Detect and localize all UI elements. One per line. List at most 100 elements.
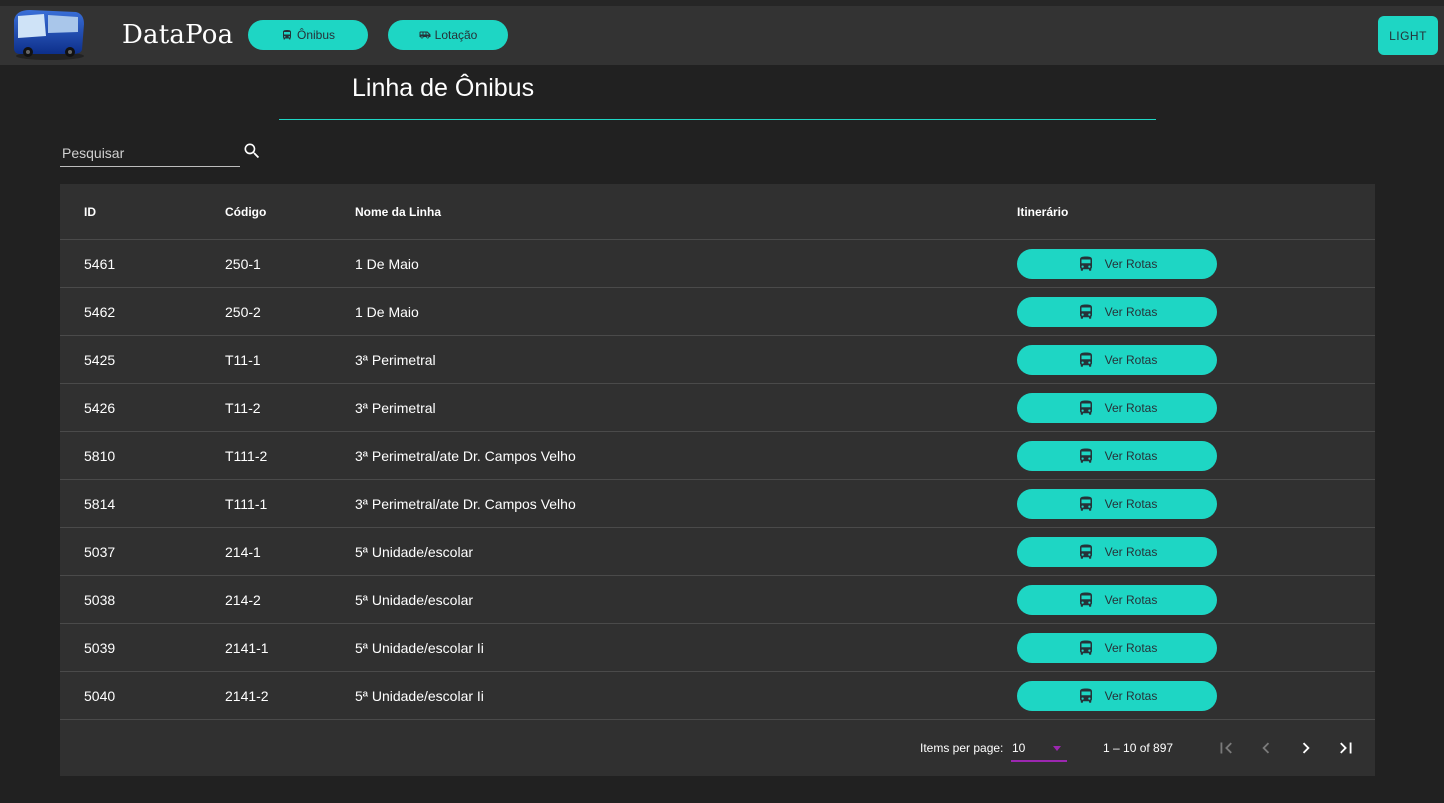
cell-id: 5461 <box>60 239 225 288</box>
search-input[interactable] <box>60 142 240 164</box>
table-row: 5426 T11-2 3ª Perimetral Ver Rotas <box>60 383 1375 432</box>
column-header-id[interactable]: ID <box>60 184 225 240</box>
ver-rotas-button[interactable]: Ver Rotas <box>1017 488 1217 519</box>
cell-nome: 5ª Unidade/escolar Ii <box>355 671 1017 720</box>
table-row: 5461 250-1 1 De Maio Ver Rotas <box>60 239 1375 288</box>
theme-toggle-button[interactable]: LIGHT <box>1378 16 1438 55</box>
bus-icon <box>1079 304 1092 319</box>
last-page-icon <box>1340 742 1352 754</box>
table-row: 5038 214-2 5ª Unidade/escolar Ver Rotas <box>60 575 1375 624</box>
first-page-icon <box>1220 742 1232 754</box>
cell-id: 5038 <box>60 575 225 624</box>
cell-id: 5039 <box>60 623 225 672</box>
cell-codigo: 214-1 <box>225 527 355 576</box>
cell-codigo: 250-1 <box>225 239 355 288</box>
ver-rotas-label: Ver Rotas <box>1104 400 1158 415</box>
cell-nome: 5ª Unidade/escolar <box>355 527 1017 576</box>
ver-rotas-button[interactable]: Ver Rotas <box>1017 536 1217 567</box>
ver-rotas-label: Ver Rotas <box>1104 688 1158 703</box>
items-per-page-label: Items per page: <box>920 741 1004 755</box>
ver-rotas-label: Ver Rotas <box>1104 352 1158 367</box>
ver-rotas-button[interactable]: Ver Rotas <box>1017 248 1217 279</box>
previous-page-button[interactable] <box>1252 734 1280 762</box>
range-label: 1 – 10 of 897 <box>1103 741 1174 755</box>
cell-codigo: T11-1 <box>225 335 355 384</box>
cell-itinerario: Ver Rotas <box>1017 335 1375 384</box>
bus-icon <box>282 30 291 40</box>
cell-nome: 3ª Perimetral <box>355 335 1017 384</box>
cell-codigo: T11-2 <box>225 383 355 432</box>
ver-rotas-button[interactable]: Ver Rotas <box>1017 680 1217 711</box>
next-page-button[interactable] <box>1292 734 1320 762</box>
ver-rotas-label: Ver Rotas <box>1104 592 1158 607</box>
cell-id: 5425 <box>60 335 225 384</box>
title-divider <box>279 119 1156 120</box>
chevron-left-icon <box>1262 742 1270 754</box>
cell-codigo: 2141-1 <box>225 623 355 672</box>
last-page-button[interactable] <box>1332 734 1360 762</box>
ver-rotas-button[interactable]: Ver Rotas <box>1017 392 1217 423</box>
cell-id: 5037 <box>60 527 225 576</box>
search-icon[interactable] <box>242 141 262 161</box>
cell-nome: 5ª Unidade/escolar <box>355 575 1017 624</box>
shuttle-van-icon <box>419 31 431 39</box>
table-row: 5462 250-2 1 De Maio Ver Rotas <box>60 287 1375 336</box>
items-per-page-value: 10 <box>1012 741 1026 755</box>
cell-itinerario: Ver Rotas <box>1017 239 1375 288</box>
column-header-nome[interactable]: Nome da Linha <box>355 184 1017 240</box>
ver-rotas-button[interactable]: Ver Rotas <box>1017 440 1217 471</box>
ver-rotas-button[interactable]: Ver Rotas <box>1017 584 1217 615</box>
cell-id: 5814 <box>60 479 225 528</box>
column-header-itinerario: Itinerário <box>1017 184 1375 240</box>
bus-icon <box>1079 256 1092 271</box>
bus-icon <box>1079 640 1092 655</box>
paginator: Items per page: 10 1 – 10 of 897 <box>60 720 1375 776</box>
ver-rotas-label: Ver Rotas <box>1104 304 1158 319</box>
nav-onibus-button[interactable]: Ônibus <box>248 20 368 50</box>
cell-itinerario: Ver Rotas <box>1017 623 1375 672</box>
cell-itinerario: Ver Rotas <box>1017 431 1375 480</box>
bus-icon <box>1079 352 1092 367</box>
lines-table-card: ID Código Nome da Linha Itinerário 5461 2… <box>60 184 1375 776</box>
table-row: 5040 2141-2 5ª Unidade/escolar Ii Ver Rotas <box>60 671 1375 720</box>
cell-itinerario: Ver Rotas <box>1017 383 1375 432</box>
cell-nome: 3ª Perimetral <box>355 383 1017 432</box>
bus-icon <box>1079 400 1092 415</box>
bus-icon <box>1079 592 1092 607</box>
bus-logo-icon[interactable] <box>8 6 88 62</box>
table-row: 5039 2141-1 5ª Unidade/escolar Ii Ver Rotas <box>60 623 1375 672</box>
cell-id: 5462 <box>60 287 225 336</box>
ver-rotas-button[interactable]: Ver Rotas <box>1017 344 1217 375</box>
cell-codigo: 2141-2 <box>225 671 355 720</box>
ver-rotas-label: Ver Rotas <box>1104 496 1158 511</box>
top-toolbar: DataPoa Ônibus Lotação LIGHT <box>0 6 1444 65</box>
table-row: 5810 T111-2 3ª Perimetral/ate Dr. Campos V… <box>60 431 1375 480</box>
ver-rotas-button[interactable]: Ver Rotas <box>1017 296 1217 327</box>
items-per-page-select[interactable]: 10 <box>1011 736 1067 762</box>
cell-id: 5810 <box>60 431 225 480</box>
nav-lotacao-label: Lotação <box>434 28 478 42</box>
ver-rotas-label: Ver Rotas <box>1104 544 1158 559</box>
first-page-button[interactable] <box>1212 734 1240 762</box>
ver-rotas-label: Ver Rotas <box>1104 640 1158 655</box>
chevron-right-icon <box>1302 742 1310 754</box>
cell-nome: 3ª Perimetral/ate Dr. Campos Velho <box>355 479 1017 528</box>
bus-icon <box>1079 496 1092 511</box>
cell-codigo: T111-1 <box>225 479 355 528</box>
table-header-row: ID Código Nome da Linha Itinerário <box>60 184 1375 240</box>
search-field[interactable] <box>60 138 240 167</box>
lines-table: ID Código Nome da Linha Itinerário 5461 2… <box>60 184 1375 720</box>
cell-id: 5040 <box>60 671 225 720</box>
cell-codigo: 250-2 <box>225 287 355 336</box>
cell-itinerario: Ver Rotas <box>1017 671 1375 720</box>
table-row: 5037 214-1 5ª Unidade/escolar Ver Rotas <box>60 527 1375 576</box>
page-title: Linha de Ônibus <box>352 74 535 102</box>
bus-icon <box>1079 448 1092 463</box>
ver-rotas-button[interactable]: Ver Rotas <box>1017 632 1217 663</box>
nav-lotacao-button[interactable]: Lotação <box>388 20 508 50</box>
cell-itinerario: Ver Rotas <box>1017 575 1375 624</box>
cell-id: 5426 <box>60 383 225 432</box>
nav-onibus-label: Ônibus <box>296 28 336 42</box>
column-header-codigo[interactable]: Código <box>225 184 355 240</box>
cell-itinerario: Ver Rotas <box>1017 479 1375 528</box>
